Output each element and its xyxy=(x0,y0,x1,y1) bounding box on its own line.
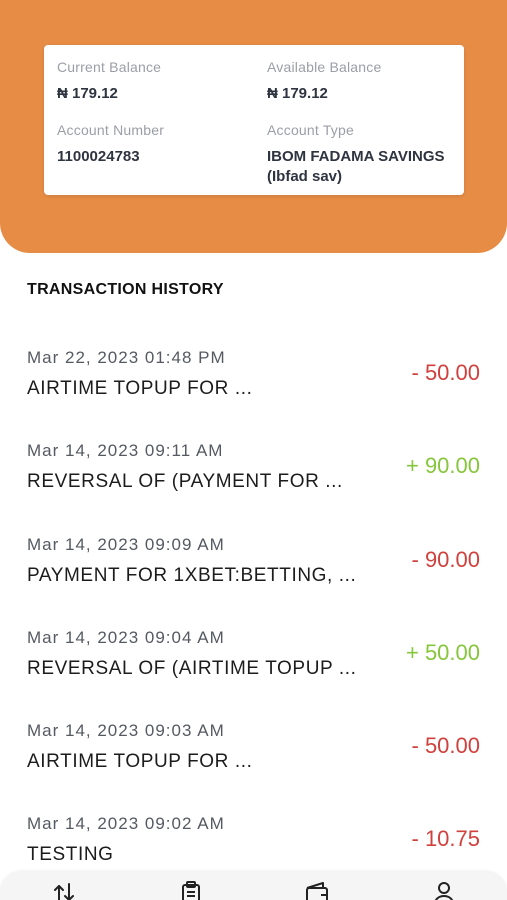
account-summary-card: Current Balance ₦ 179.12 Available Balan… xyxy=(44,45,464,195)
current-balance-value: ₦ 179.12 xyxy=(57,85,118,102)
transaction-row[interactable]: Mar 22, 2023 01:48 PM AIRTIME TOPUP FOR … xyxy=(0,338,507,431)
transaction-amount: - 50.00 xyxy=(411,360,481,385)
clipboard-icon[interactable] xyxy=(178,880,204,900)
transaction-amount: - 50.00 xyxy=(411,733,481,759)
transaction-date: Mar 14, 2023 09:04 AM xyxy=(27,627,225,647)
transaction-date: Mar 14, 2023 09:11 AM xyxy=(27,441,224,461)
transaction-amount: - 90.00 xyxy=(411,546,481,572)
available-balance-label: Available Balance xyxy=(267,59,382,75)
account-number-field: Account Number 1100024783 xyxy=(57,122,164,167)
transaction-amount: - 10.75 xyxy=(411,826,481,852)
transaction-description: AIRTIME TOPUP FOR ... xyxy=(27,751,253,773)
profile-icon[interactable] xyxy=(431,880,457,900)
account-number-label: Account Number xyxy=(57,122,165,138)
transaction-description: TESTING xyxy=(27,844,114,866)
transaction-row[interactable]: Mar 14, 2023 09:11 AM REVERSAL OF (PAYME… xyxy=(0,431,507,524)
account-type-value: IBOM FADAMA SAVINGS (Ibfad sav) xyxy=(267,148,445,185)
transaction-date: Mar 14, 2023 09:03 AM xyxy=(27,721,225,741)
bottom-navigation xyxy=(0,872,507,900)
transfer-icon[interactable] xyxy=(51,880,77,900)
transaction-amount: + 50.00 xyxy=(405,639,480,665)
transaction-amount: + 90.00 xyxy=(405,453,480,479)
transaction-date: Mar 22, 2023 01:48 PM xyxy=(27,348,226,367)
transaction-list: Mar 22, 2023 01:48 PM AIRTIME TOPUP FOR … xyxy=(0,338,507,898)
transaction-description: PAYMENT FOR 1XBET:BETTING, ... xyxy=(27,564,357,586)
transaction-description: REVERSAL OF (PAYMENT FOR ... xyxy=(27,471,343,493)
account-type-field: Account Type IBOM FADAMA SAVINGS (Ibfad … xyxy=(267,122,447,187)
transaction-row[interactable]: Mar 14, 2023 09:09 AM PAYMENT FOR 1XBET:… xyxy=(0,525,507,618)
transaction-date: Mar 14, 2023 09:09 AM xyxy=(27,534,225,554)
available-balance-value: ₦ 179.12 xyxy=(267,85,328,102)
transaction-description: AIRTIME TOPUP FOR ... xyxy=(27,378,253,399)
current-balance-label: Current Balance xyxy=(57,59,162,75)
transaction-date: Mar 14, 2023 09:02 AM xyxy=(27,814,225,834)
current-balance-field: Current Balance ₦ 179.12 xyxy=(57,59,161,104)
transaction-history-title: TRANSACTION HISTORY xyxy=(27,281,224,298)
account-type-label: Account Type xyxy=(267,122,354,138)
wallet-icon[interactable] xyxy=(304,880,330,900)
transaction-row[interactable]: Mar 14, 2023 09:04 AM REVERSAL OF (AIRTI… xyxy=(0,618,507,711)
account-screen: Current Balance ₦ 179.12 Available Balan… xyxy=(0,0,507,900)
available-balance-field: Available Balance ₦ 179.12 xyxy=(267,59,381,104)
account-number-value: 1100024783 xyxy=(57,148,140,165)
transaction-description: REVERSAL OF (AIRTIME TOPUP ... xyxy=(27,657,357,679)
transaction-row[interactable]: Mar 14, 2023 09:03 AM AIRTIME TOPUP FOR … xyxy=(0,711,507,804)
